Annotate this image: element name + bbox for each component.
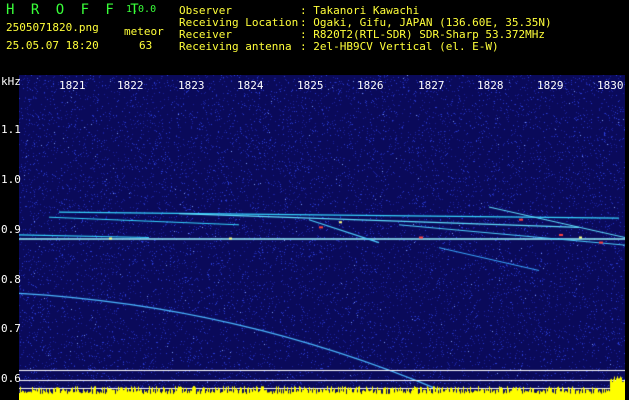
app-version: 1.0.0: [126, 4, 157, 15]
freq-tick: 0.7: [1, 322, 21, 335]
antenna-label: Receiving antenna: [179, 40, 292, 53]
freq-tick: 1.0: [1, 173, 21, 186]
antenna-value: : 2el-HB9CV Vertical (el. E-W): [300, 40, 499, 53]
spectrogram-canvas: [19, 75, 625, 400]
axis-unit-label: kHz: [1, 75, 21, 88]
freq-tick: 1.1: [1, 123, 21, 136]
file-name: 2505071820.png: [6, 21, 99, 34]
freq-tick: 0.6: [1, 372, 21, 385]
app-title: H R O F F T: [6, 2, 143, 18]
meteor-count: 63: [139, 39, 153, 52]
header-panel: H R O F F T 1.0.0 2505071820.png 25.05.0…: [0, 0, 629, 72]
freq-tick: 0.9: [1, 223, 21, 236]
timestamp: 25.05.07 18:20: [6, 39, 99, 52]
meteor-label: meteor: [124, 25, 164, 38]
freq-tick: 0.8: [1, 273, 21, 286]
